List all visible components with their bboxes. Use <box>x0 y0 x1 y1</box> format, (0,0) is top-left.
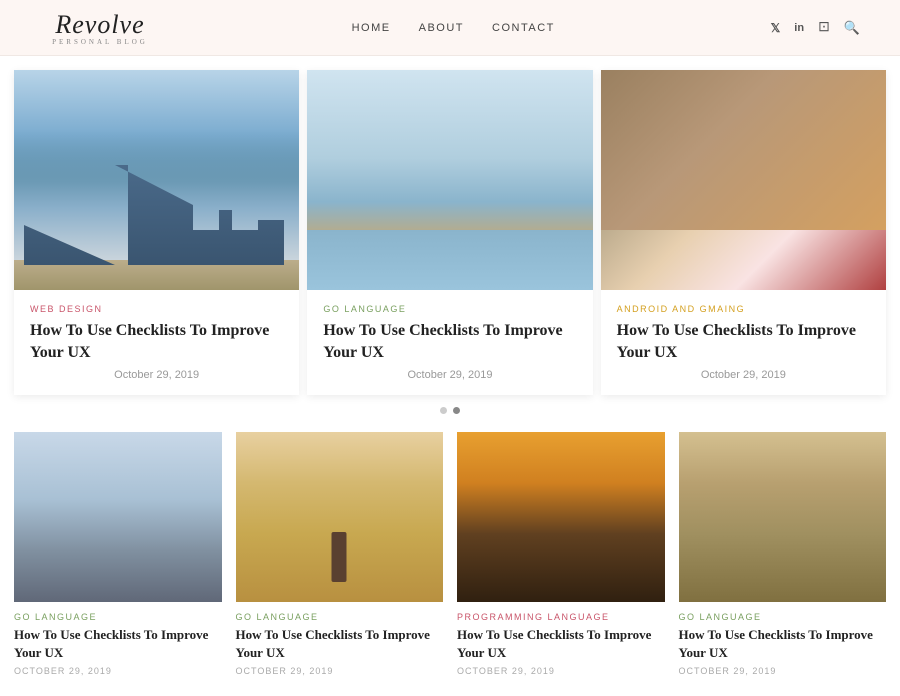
facebook-icon[interactable]:  <box>746 20 756 36</box>
carousel-image-2 <box>307 70 592 290</box>
carousel-card-content-2: GO LANGUAGE How To Use Checklists To Imp… <box>307 290 592 395</box>
search-icon[interactable]: 🔍 <box>844 20 860 36</box>
carousel-section: WEB DESIGN How To Use Checklists To Impr… <box>0 56 900 422</box>
carousel-card-1[interactable]: WEB DESIGN How To Use Checklists To Impr… <box>14 70 299 395</box>
card-date-1: October 29, 2019 <box>30 369 283 381</box>
logo-title: Revolve <box>55 10 144 40</box>
instagram-icon[interactable]: ⊡ <box>818 19 830 36</box>
nav-contact[interactable]: CONTACT <box>492 22 555 34</box>
card-title-2: How To Use Checklists To Improve Your UX <box>323 320 576 363</box>
logo-subtitle: PERSONAL BLOG <box>52 38 148 46</box>
linkedin-icon[interactable]: in <box>794 22 804 34</box>
article-grid-section: GO LANGUAGE How To Use Checklists To Imp… <box>0 422 900 696</box>
carousel-card-3[interactable]: ANDROID AND GMAING How To Use Checklists… <box>601 70 886 395</box>
article-card-3[interactable]: PROGRAMMING LANGUAGE How To Use Checklis… <box>457 432 665 676</box>
article-image-1 <box>14 432 222 602</box>
article-card-4[interactable]: GO LANGUAGE How To Use Checklists To Imp… <box>679 432 887 676</box>
article-title-2: How To Use Checklists To Improve Your UX <box>236 626 444 661</box>
carousel-card-2[interactable]: GO LANGUAGE How To Use Checklists To Imp… <box>307 70 592 395</box>
card-category-3: ANDROID AND GMAING <box>617 304 870 314</box>
article-grid: GO LANGUAGE How To Use Checklists To Imp… <box>14 432 886 676</box>
article-image-2 <box>236 432 444 602</box>
nav-home[interactable]: HOME <box>352 22 391 34</box>
dot-2[interactable] <box>453 407 460 414</box>
logo: Revolve PERSONAL BLOG <box>40 10 160 46</box>
carousel-card-content-1: WEB DESIGN How To Use Checklists To Impr… <box>14 290 299 395</box>
article-card-1[interactable]: GO LANGUAGE How To Use Checklists To Imp… <box>14 432 222 676</box>
main-nav: HOME ABOUT CONTACT <box>352 22 555 34</box>
article-category-4: GO LANGUAGE <box>679 612 887 622</box>
carousel-track: WEB DESIGN How To Use Checklists To Impr… <box>14 70 886 395</box>
article-card-2[interactable]: GO LANGUAGE How To Use Checklists To Imp… <box>236 432 444 676</box>
card-category-2: GO LANGUAGE <box>323 304 576 314</box>
card-title-3: How To Use Checklists To Improve Your UX <box>617 320 870 363</box>
carousel-image-1 <box>14 70 299 290</box>
twitter-icon[interactable]: 𝕏 <box>771 21 781 35</box>
article-image-4 <box>679 432 887 602</box>
card-date-2: October 29, 2019 <box>323 369 576 381</box>
card-title-1: How To Use Checklists To Improve Your UX <box>30 320 283 363</box>
article-category-3: PROGRAMMING LANGUAGE <box>457 612 665 622</box>
card-date-3: October 29, 2019 <box>617 369 870 381</box>
nav-about[interactable]: ABOUT <box>419 22 464 34</box>
carousel-image-3 <box>601 70 886 290</box>
dot-1[interactable] <box>440 407 447 414</box>
article-title-3: How To Use Checklists To Improve Your UX <box>457 626 665 661</box>
article-category-1: GO LANGUAGE <box>14 612 222 622</box>
article-image-3 <box>457 432 665 602</box>
card-category-1: WEB DESIGN <box>30 304 283 314</box>
site-header: Revolve PERSONAL BLOG HOME ABOUT CONTACT… <box>0 0 900 56</box>
article-title-4: How To Use Checklists To Improve Your UX <box>679 626 887 661</box>
article-title-1: How To Use Checklists To Improve Your UX <box>14 626 222 661</box>
social-icons:  𝕏 in ⊡ 🔍 <box>746 19 860 36</box>
carousel-card-content-3: ANDROID AND GMAING How To Use Checklists… <box>601 290 886 395</box>
carousel-dots <box>14 395 886 422</box>
article-category-2: GO LANGUAGE <box>236 612 444 622</box>
